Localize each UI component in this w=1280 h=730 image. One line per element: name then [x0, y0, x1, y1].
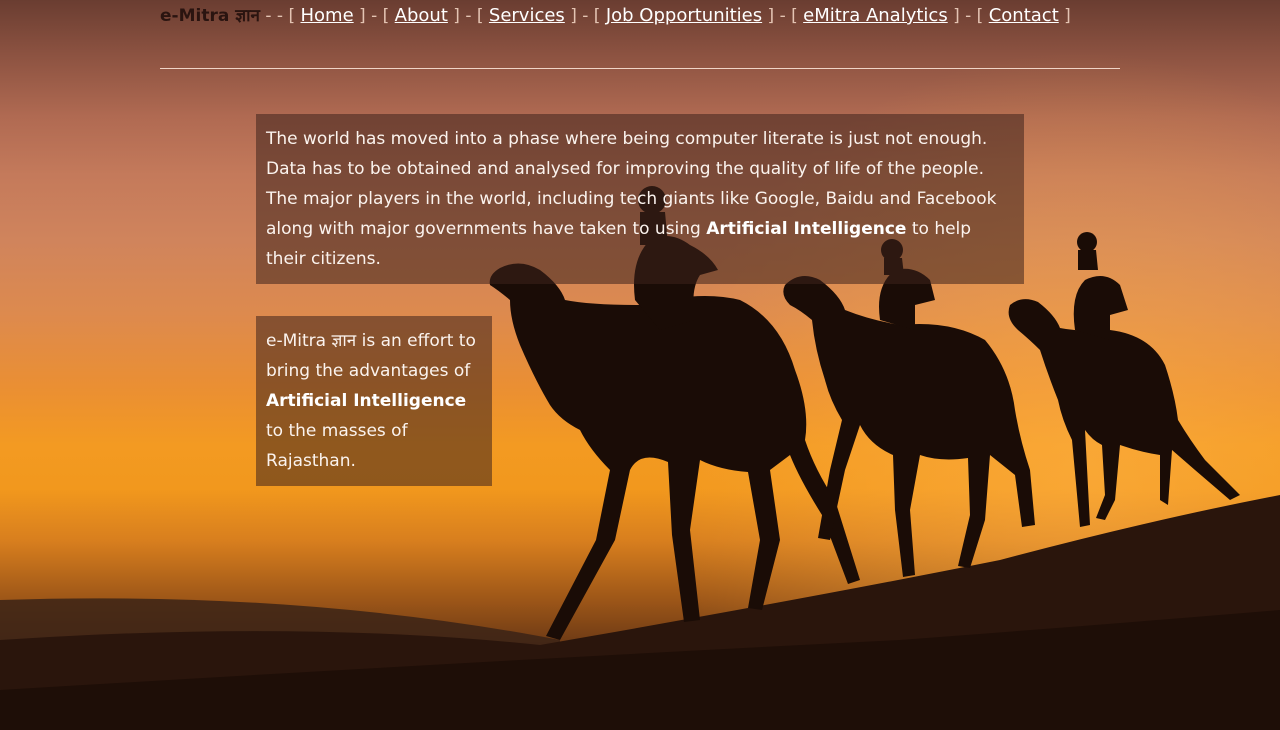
intro-panel: The world has moved into a phase where b…	[256, 114, 1024, 284]
nav-link-home[interactable]: Home	[301, 5, 354, 26]
nav-separator: ] - [	[762, 6, 804, 26]
nav-separator: ] - [	[947, 6, 989, 26]
intro-highlight: Artificial Intelligence	[706, 219, 907, 239]
nav-separator: ] - [	[353, 6, 395, 26]
site-brand: e-Mitra ज्ञान	[160, 6, 260, 26]
header-divider	[160, 68, 1120, 69]
nav-link-emitra-analytics[interactable]: eMitra Analytics	[803, 5, 948, 26]
mission-text-end: to the masses of Rajasthan.	[266, 421, 408, 471]
nav-link-job-opportunities[interactable]: Job Opportunities	[606, 5, 762, 26]
nav-link-services[interactable]: Services	[489, 5, 565, 26]
mission-text: e-Mitra ज्ञान is an effort to bring the …	[266, 331, 476, 381]
mission-panel: e-Mitra ज्ञान is an effort to bring the …	[256, 316, 492, 486]
nav-link-contact[interactable]: Contact	[989, 5, 1059, 26]
nav-separator: ] - [	[447, 6, 489, 26]
top-navigation: e-Mitra ज्ञान - - [ Home ] - [ About ] -…	[160, 4, 1120, 30]
nav-separator: - - [	[259, 6, 301, 26]
nav-link-about[interactable]: About	[395, 5, 448, 26]
background-image	[0, 0, 1280, 730]
nav-separator: ]	[1058, 6, 1071, 26]
mission-highlight: Artificial Intelligence	[266, 391, 467, 411]
nav-separator: ] - [	[564, 6, 606, 26]
